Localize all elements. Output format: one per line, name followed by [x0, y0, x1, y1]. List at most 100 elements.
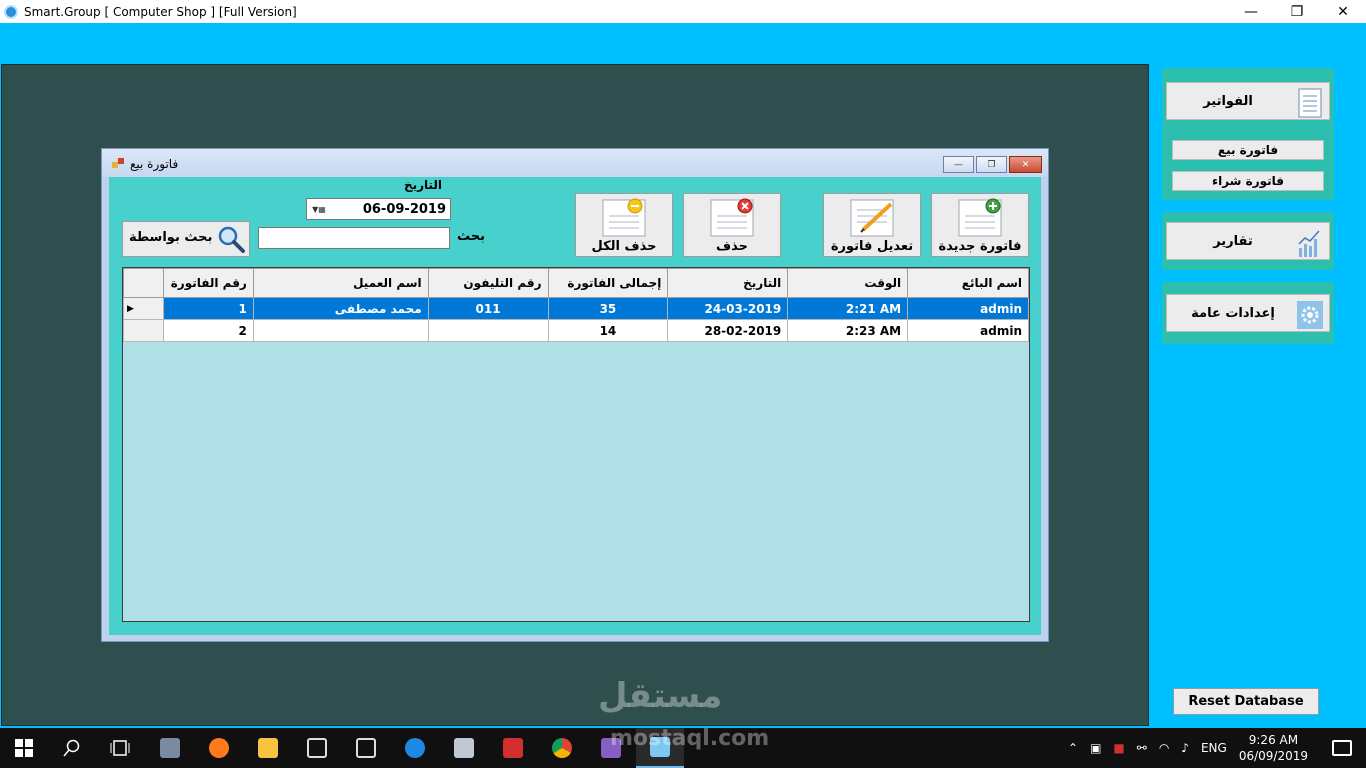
tray-chevron-icon[interactable]: ⌃ [1068, 741, 1078, 755]
volume-icon[interactable]: ♪ [1181, 741, 1189, 755]
search-input[interactable] [258, 227, 450, 249]
edit-pencil-icon [850, 199, 894, 237]
taskbar-app-imaging[interactable] [440, 728, 488, 768]
add-invoice-icon [958, 198, 1002, 237]
reset-database-button[interactable]: Reset Database [1173, 688, 1319, 715]
folder-icon [258, 738, 278, 758]
window-icon [356, 738, 376, 758]
notifications-icon[interactable] [1332, 740, 1352, 756]
restore-button[interactable]: ❐ [1274, 0, 1320, 23]
search-label: بحث [457, 229, 486, 244]
time-cell[interactable]: 2:21 AM [787, 297, 909, 320]
invoices-group: الفواتير فاتورة بيع فاتورة شراء [1162, 68, 1334, 200]
date-cell[interactable]: 28-02-2019 [667, 319, 789, 342]
edit-invoice-label: تعديل فاتورة [830, 239, 914, 254]
tray-network-icon[interactable]: ▣ [1090, 741, 1101, 755]
seller-name-cell[interactable]: admin [907, 319, 1029, 342]
firefox-icon [209, 738, 229, 758]
taskbar-app-browser[interactable] [391, 728, 439, 768]
settings-button[interactable]: إعدادات عامة [1166, 294, 1330, 332]
close-button[interactable]: ✕ [1320, 0, 1366, 23]
date-cell[interactable]: 24-03-2019 [667, 297, 789, 320]
search-taskbar-button[interactable] [48, 728, 96, 768]
child-close-button[interactable]: ✕ [1009, 156, 1042, 173]
task-view-icon [110, 740, 130, 756]
task-view-button[interactable] [96, 728, 144, 768]
row-selector[interactable] [123, 319, 164, 342]
windows-logo-icon [15, 739, 33, 757]
taskbar-app-window1[interactable] [293, 728, 341, 768]
table-row[interactable]: 2 14 28-02-2019 2:23 AM admin [123, 319, 1029, 342]
column-header[interactable]: رقم الفاتورة [162, 268, 254, 298]
delete-label: حذف [716, 239, 748, 254]
seller-name-cell[interactable]: admin [907, 297, 1029, 320]
clock[interactable]: 9:26 AM 06/09/2019 [1239, 732, 1308, 764]
time-cell[interactable]: 2:23 AM [787, 319, 909, 342]
total-cell[interactable]: 35 [547, 297, 669, 320]
row-header-corner [123, 268, 164, 298]
grid-header-row: رقم الفاتورة اسم العميل رقم التليفون إجم… [123, 268, 1029, 298]
column-header[interactable]: اسم العميل [252, 268, 429, 298]
taskbar-app-tools[interactable] [146, 728, 194, 768]
start-button[interactable] [0, 728, 48, 768]
delete-all-icon [602, 198, 646, 237]
date-value: 06-09-2019 [362, 201, 446, 217]
ccleaner-icon [503, 738, 523, 758]
taskbar-app-chrome[interactable] [538, 728, 586, 768]
calendar-dropdown-icon[interactable]: ▼▦ [307, 199, 331, 219]
tray-ccleaner-icon[interactable]: ■ [1113, 741, 1124, 755]
system-tray: ⌃ ▣ ■ ⚯ ◠ ♪ ENG 9:26 AM 06/09/2019 [1068, 728, 1366, 768]
column-header[interactable]: الوقت [787, 268, 909, 298]
chart-icon [1298, 230, 1320, 257]
invoice-document-icon [1298, 88, 1322, 118]
taskbar-app-window2[interactable] [342, 728, 390, 768]
total-cell[interactable]: 14 [547, 319, 669, 342]
wifi-icon[interactable]: ◠ [1159, 741, 1169, 755]
edit-invoice-button[interactable]: تعديل فاتورة [823, 193, 921, 257]
watermark-latin: mostaql.com [610, 726, 770, 751]
date-label: التاريخ [403, 178, 443, 192]
invoice-number-cell[interactable]: 2 [162, 319, 254, 342]
window-controls: — ❐ ✕ [1228, 0, 1366, 23]
search-by-button[interactable]: بحث بواسطة [122, 221, 250, 257]
invoice-panel: التاريخ ▼▦ 06-09-2019 بحث بحث بواسطة حذف… [109, 177, 1041, 635]
language-indicator[interactable]: ENG [1201, 741, 1227, 755]
invoices-table: رقم الفاتورة اسم العميل رقم التليفون إجم… [123, 268, 1029, 342]
customer-name-cell[interactable] [252, 319, 429, 342]
search-by-label: بحث بواسطة [129, 230, 213, 245]
settings-group: إعدادات عامة [1162, 282, 1334, 344]
column-header[interactable]: التاريخ [667, 268, 789, 298]
watermark-arabic: مستقل [598, 676, 723, 716]
taskbar-app-explorer[interactable] [244, 728, 292, 768]
child-title: فاتورة بيع [130, 157, 179, 171]
delete-button[interactable]: حذف [683, 193, 781, 257]
invoices-grid[interactable]: رقم الفاتورة اسم العميل رقم التليفون إجم… [122, 267, 1030, 622]
column-header[interactable]: إجمالى الفاتورة [547, 268, 669, 298]
child-maximize-button[interactable]: ❐ [976, 156, 1007, 173]
taskbar-app-firefox[interactable] [195, 728, 243, 768]
tray-link-icon[interactable]: ⚯ [1137, 741, 1147, 755]
delete-all-button[interactable]: حذف الكل [575, 193, 673, 257]
new-invoice-button[interactable]: فاتورة جديدة [931, 193, 1029, 257]
taskbar-app-ccleaner[interactable] [489, 728, 537, 768]
phone-cell[interactable]: 011 [427, 297, 549, 320]
row-selector-arrow[interactable]: ▶ [123, 297, 164, 320]
sales-invoice-window: فاتورة بيع — ❐ ✕ التاريخ ▼▦ 06-09-2019 ب… [101, 148, 1049, 642]
column-header[interactable]: رقم التليفون [427, 268, 549, 298]
reports-group: تقارير [1162, 212, 1334, 270]
invoices-button[interactable]: الفواتير [1166, 82, 1330, 120]
invoice-number-cell[interactable]: 1 [162, 297, 254, 320]
column-header[interactable]: اسم البائع [907, 268, 1029, 298]
phone-cell[interactable] [427, 319, 549, 342]
sales-invoice-button[interactable]: فاتورة بيع [1172, 140, 1324, 160]
customer-name-cell[interactable]: محمد مصطفى [252, 297, 429, 320]
image-app-icon [454, 738, 474, 758]
child-titlebar: فاتورة بيع — ❐ ✕ [102, 149, 1048, 177]
reports-button[interactable]: تقارير [1166, 222, 1330, 260]
purchase-invoice-button[interactable]: فاتورة شراء [1172, 171, 1324, 191]
table-row[interactable]: ▶ 1 محمد مصطفى 011 35 24-03-2019 2:21 AM… [123, 297, 1029, 320]
date-picker[interactable]: ▼▦ 06-09-2019 [306, 198, 451, 220]
window-title: Smart.Group [ Computer Shop ] [Full Vers… [24, 4, 297, 19]
child-minimize-button[interactable]: — [943, 156, 974, 173]
minimize-button[interactable]: — [1228, 0, 1274, 23]
